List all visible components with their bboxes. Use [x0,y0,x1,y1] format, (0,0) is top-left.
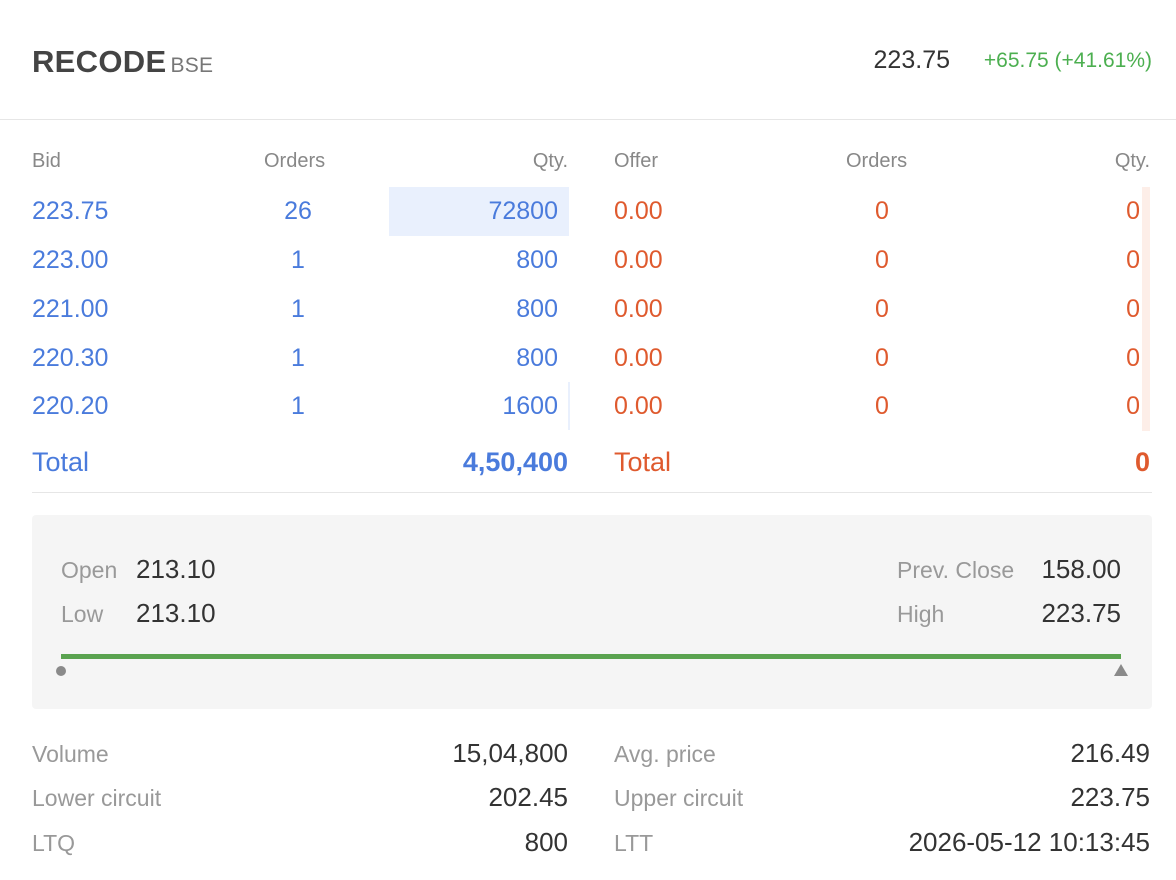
bid-price[interactable]: 220.30 [32,334,108,382]
bid-price[interactable]: 223.75 [32,187,108,235]
day-range-bar [61,654,1121,659]
open-label: Open [61,557,118,583]
offer-orders-column-header: Orders [846,150,908,172]
low-value: 213.10 [136,598,216,628]
offer-price[interactable]: 0.00 [614,285,663,333]
lower-circuit-label: Lower circuit [32,785,162,811]
bid-qty: 800 [516,246,558,274]
volume-value: 15,04,800 [452,738,568,768]
instrument-header: RECODE BSE 223.75 +65.75 (+41.61%) [0,0,1176,120]
offer-price[interactable]: 0.00 [614,236,663,284]
offer-qty: 0 [1126,246,1140,274]
low-label: Low [61,601,104,627]
bid-orders: 1 [291,344,305,372]
ohlc-panel: Open 213.10 Low 213.10 Prev. Close 158.0… [32,515,1152,709]
bid-qty: 1600 [502,392,558,420]
upper-circuit-label: Upper circuit [614,785,744,811]
ltq-label: LTQ [32,830,76,856]
price-change: +65.75 (+41.61%) [983,49,1152,72]
offer-qty: 0 [1126,197,1140,225]
exchange-label: BSE [170,54,214,77]
offer-column-header: Offer [614,150,659,172]
bid-orders: 1 [291,392,305,420]
ltq-value: 800 [524,827,568,857]
offer-qty-bar [1142,187,1150,431]
upper-circuit-value: 223.75 [1070,782,1150,812]
bid-price[interactable]: 220.20 [32,382,108,430]
offer-orders: 0 [875,392,889,420]
offer-orders: 0 [875,295,889,323]
instrument-symbol[interactable]: RECODE BSE [32,44,213,80]
bid-price[interactable]: 223.00 [32,236,108,284]
bid-qty: 72800 [488,197,558,225]
symbol-name: RECODE [32,44,167,79]
open-value: 213.10 [136,554,216,584]
day-low-marker [56,666,66,676]
offer-qty: 0 [1126,295,1140,323]
offer-price[interactable]: 0.00 [614,382,663,430]
last-traded-price: 223.75 [873,46,950,74]
offer-orders: 0 [875,344,889,372]
avg-price-value: 216.49 [1070,738,1150,768]
bid-orders-column-header: Orders [264,150,326,172]
high-value: 223.75 [1041,598,1121,628]
high-label: High [897,601,945,627]
offer-total-label: Total [614,447,672,477]
bid-orders: 1 [291,295,305,323]
stats-panel: Volume 15,04,800 Avg. price 216.49 Lower… [32,730,1152,870]
offer-orders: 0 [875,246,889,274]
ltp-marker-icon [1114,664,1128,676]
depth-divider [32,492,1152,493]
avg-price-label: Avg. price [614,741,716,767]
prev-close-label: Prev. Close [897,557,1015,583]
prev-close-value: 158.00 [1041,554,1121,584]
bid-qty-bar [568,382,570,430]
lower-circuit-value: 202.45 [488,782,568,812]
bid-orders: 1 [291,246,305,274]
bid-total-label: Total [32,447,90,477]
bid-total-qty: 4,50,400 [462,447,568,477]
offer-price[interactable]: 0.00 [614,187,663,235]
volume-label: Volume [32,741,109,767]
bid-qty: 800 [516,344,558,372]
ltt-label: LTT [614,830,654,856]
bid-qty-column-header: Qty. [532,150,568,172]
offer-qty: 0 [1126,392,1140,420]
offer-total-qty: 0 [1134,447,1150,477]
offer-price[interactable]: 0.00 [614,334,663,382]
market-depth-table: Bid Orders Qty. Offer Orders Qty. 223.75… [32,140,1152,494]
offer-qty: 0 [1126,344,1140,372]
offer-orders: 0 [875,197,889,225]
offer-qty-column-header: Qty. [1114,150,1150,172]
ltt-value: 2026-05-12 10:13:45 [908,827,1150,857]
bid-column-header: Bid [32,150,61,172]
bid-qty: 800 [516,295,558,323]
bid-orders: 26 [284,197,312,225]
bid-price[interactable]: 221.00 [32,285,108,333]
